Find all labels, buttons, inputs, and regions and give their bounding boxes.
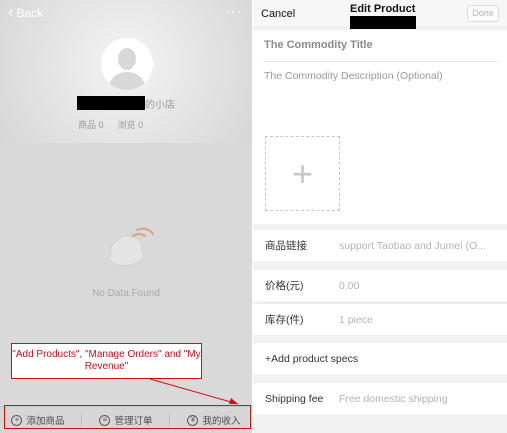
empty-state-text: No Data Found [92,288,160,299]
stat-products-label: 商品 [78,120,97,130]
shipping-fee-label: Shipping fee [265,392,324,405]
chevron-left-icon: ‹ [8,4,14,21]
add-image-button[interactable]: + [265,136,340,211]
plus-icon: + [291,152,314,194]
shipping-fee-input[interactable]: Free domestic shipping [339,393,448,405]
product-link-label: 商品链接 [265,240,307,252]
tab-highlight-box [4,405,251,429]
shipping-fee-row[interactable]: Shipping fee Free domestic shipping [253,383,507,414]
shop-stats: 商品 0 浏览 0 [78,118,143,131]
cancel-button[interactable]: Cancel [261,8,295,20]
commodity-description-input[interactable]: The Commodity Description (Optional) [264,70,443,82]
stock-row[interactable]: 库存(件) 1 piece [253,304,507,335]
add-product-specs-button[interactable]: +Add product specs [253,343,507,374]
redacted-shop-name [77,96,145,110]
edit-product-screen: Cancel Edit Product Done The Commodity T… [253,0,507,433]
commodity-title-input[interactable]: The Commodity Title [264,39,373,51]
annotation-callout: "Add Products", "Manage Orders" and "My … [11,343,202,379]
stat-views-label: 浏览 [117,120,136,130]
price-input[interactable]: 0.00 [339,280,359,292]
shop-header: ‹ Back ··· 的小店 商品 0 浏览 0 [0,0,252,143]
stock-label: 库存(件) [265,314,304,326]
shop-screen: ‹ Back ··· 的小店 商品 0 浏览 0 No Data Found +… [0,0,252,433]
shop-name-suffix: 的小店 [145,100,175,111]
avatar-body [109,72,145,90]
nav-bar: Cancel Edit Product Done [253,0,507,29]
stat-products-value: 0 [98,120,104,130]
stat-views-value: 0 [138,120,144,130]
product-info-card: The Commodity Title The Commodity Descri… [253,30,507,224]
stat-products: 商品 0 [78,118,104,131]
avatar[interactable] [101,38,153,90]
product-link-input[interactable]: support Taobao and Jumei (O... [339,240,486,252]
done-button[interactable]: Done [467,5,499,22]
empty-box-icon [109,227,154,267]
price-row[interactable]: 价格(元) 0.00 [253,270,507,301]
page-title: Edit Product [350,3,416,15]
stock-input[interactable]: 1 piece [339,314,373,326]
add-product-specs-label: +Add product specs [265,352,359,365]
avatar-head [118,48,136,70]
divider [263,61,499,62]
stat-views: 浏览 0 [118,118,144,131]
bottom-spacer [253,414,507,433]
back-button[interactable]: ‹ Back [8,4,44,21]
more-options-button[interactable]: ··· [225,3,242,19]
back-label: Back [16,6,44,20]
product-link-row[interactable]: 商品链接 support Taobao and Jumei (O... [253,230,507,261]
redacted-product-name [350,16,416,29]
price-label: 价格(元) [265,280,304,292]
